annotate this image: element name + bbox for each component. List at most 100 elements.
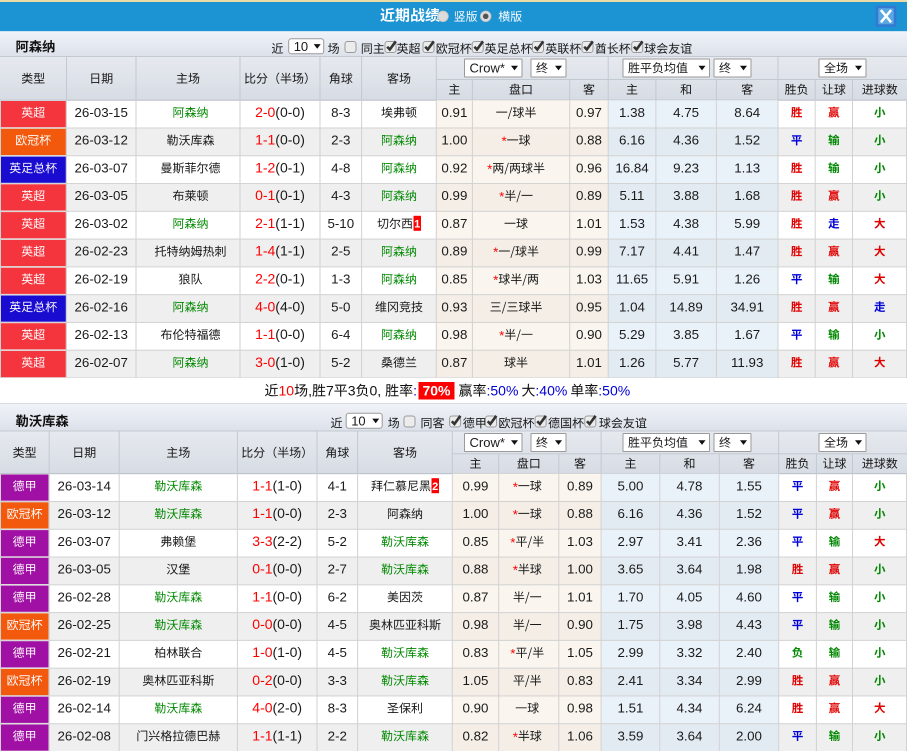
svg-text:26-02-14: 26-02-14 (58, 701, 112, 716)
svg-text:8-3: 8-3 (328, 701, 347, 716)
svg-text:5.11: 5.11 (620, 188, 645, 203)
svg-text:3.85: 3.85 (673, 327, 699, 342)
svg-text:(0-0): (0-0) (273, 616, 303, 632)
svg-text:0.82: 0.82 (463, 728, 489, 743)
svg-text:(2-0): (2-0) (273, 700, 303, 716)
svg-text:26-03-12: 26-03-12 (75, 133, 128, 148)
svg-text:2-3: 2-3 (328, 506, 347, 521)
svg-text:1-1: 1-1 (252, 727, 272, 743)
svg-text:0.83: 0.83 (463, 645, 489, 660)
svg-text:(0-0): (0-0) (275, 132, 305, 148)
svg-text:(0-0): (0-0) (275, 104, 305, 120)
svg-text:6.16: 6.16 (618, 506, 644, 521)
svg-text:1.04: 1.04 (619, 299, 646, 314)
svg-text:1.52: 1.52 (734, 133, 760, 148)
svg-text:6.24: 6.24 (736, 701, 763, 716)
svg-text:1.00: 1.00 (463, 506, 489, 521)
svg-text:(1-1): (1-1) (275, 243, 305, 259)
svg-text:(0-1): (0-1) (275, 271, 305, 287)
svg-text:7: 7 (326, 383, 334, 399)
svg-text:26-02-25: 26-02-25 (58, 617, 111, 632)
svg-text:11.93: 11.93 (731, 355, 763, 370)
svg-text:1.52: 1.52 (736, 506, 762, 521)
svg-text:1.03: 1.03 (567, 534, 593, 549)
svg-text:5.00: 5.00 (618, 478, 644, 493)
svg-text:26-02-19: 26-02-19 (75, 272, 128, 287)
svg-text:3-3: 3-3 (252, 533, 272, 549)
svg-text:26-02-23: 26-02-23 (75, 244, 128, 259)
svg-text:(0-0): (0-0) (273, 672, 303, 688)
svg-text:0.89: 0.89 (441, 244, 467, 259)
svg-text:0.85: 0.85 (441, 272, 467, 287)
svg-text:3.34: 3.34 (677, 673, 704, 688)
svg-text:Crow*: Crow* (470, 435, 505, 450)
svg-text:26-03-12: 26-03-12 (58, 506, 111, 521)
svg-text:1.70: 1.70 (618, 589, 644, 604)
svg-text:26-03-14: 26-03-14 (58, 478, 112, 493)
svg-text:1-1: 1-1 (255, 326, 275, 342)
svg-text:(4-0): (4-0) (275, 298, 305, 314)
svg-text:4.36: 4.36 (677, 506, 703, 521)
svg-text:8-3: 8-3 (331, 105, 350, 120)
svg-text:8.64: 8.64 (734, 105, 761, 120)
svg-text:2-2: 2-2 (328, 728, 347, 743)
svg-text:1-2: 1-2 (255, 159, 275, 175)
svg-text:(0-0): (0-0) (273, 505, 303, 521)
svg-text:26-03-05: 26-03-05 (75, 188, 128, 203)
svg-text:4-1: 4-1 (328, 478, 347, 493)
svg-text:*: * (513, 479, 518, 494)
svg-text:(1-0): (1-0) (273, 477, 303, 493)
svg-text::: : (413, 383, 417, 399)
svg-text:(1-1): (1-1) (275, 215, 305, 231)
svg-text:26-03-05: 26-03-05 (58, 562, 111, 577)
svg-text:3.88: 3.88 (673, 188, 699, 203)
svg-text:0.85: 0.85 (463, 534, 489, 549)
svg-text:4.05: 4.05 (677, 589, 703, 604)
svg-text:26-03-15: 26-03-15 (75, 105, 128, 120)
svg-text:0.88: 0.88 (463, 562, 489, 577)
svg-text:1.01: 1.01 (576, 216, 602, 231)
svg-text:3-0: 3-0 (255, 354, 275, 370)
svg-text:5-10: 5-10 (327, 216, 354, 231)
svg-text:1.55: 1.55 (736, 478, 762, 493)
svg-text:2-1: 2-1 (255, 215, 275, 231)
svg-text:(2-2): (2-2) (273, 533, 303, 549)
svg-text:26-03-07: 26-03-07 (75, 160, 128, 175)
svg-text:2-3: 2-3 (331, 133, 350, 148)
svg-text:3.32: 3.32 (677, 645, 703, 660)
svg-text:3-3: 3-3 (328, 673, 347, 688)
svg-text:1-3: 1-3 (331, 272, 350, 287)
svg-text:26-03-02: 26-03-02 (75, 216, 128, 231)
svg-text:6-4: 6-4 (331, 327, 351, 342)
svg-text:3.41: 3.41 (677, 534, 703, 549)
svg-text::40%: :40% (535, 383, 567, 399)
svg-text:1.00: 1.00 (441, 133, 467, 148)
svg-text:4-0: 4-0 (252, 700, 272, 716)
svg-text:1.13: 1.13 (734, 160, 760, 175)
svg-text:26-02-28: 26-02-28 (58, 589, 111, 604)
svg-text:*: * (499, 189, 504, 204)
svg-text:2: 2 (432, 481, 438, 493)
svg-text:1.05: 1.05 (567, 645, 593, 660)
svg-text:1.26: 1.26 (734, 272, 760, 287)
svg-text:26-02-16: 26-02-16 (75, 299, 128, 314)
svg-text:0.87: 0.87 (463, 589, 489, 604)
svg-text:1: 1 (414, 219, 420, 231)
svg-text:26-02-13: 26-02-13 (75, 327, 128, 342)
svg-text:4-5: 4-5 (328, 645, 347, 660)
svg-text:1.01: 1.01 (576, 355, 602, 370)
svg-text:5.91: 5.91 (673, 272, 699, 287)
svg-text:2.00: 2.00 (736, 728, 762, 743)
svg-text:0-0: 0-0 (252, 616, 272, 632)
svg-text:10: 10 (294, 39, 308, 54)
svg-text:*: * (513, 729, 518, 744)
svg-text:0-2: 0-2 (252, 672, 272, 688)
svg-text:9.23: 9.23 (673, 160, 699, 175)
svg-text:,: , (377, 383, 381, 399)
svg-text:2-0: 2-0 (255, 104, 275, 120)
svg-text:Crow*: Crow* (470, 61, 505, 76)
svg-text:26-02-07: 26-02-07 (75, 355, 128, 370)
svg-text:26-03-07: 26-03-07 (58, 534, 111, 549)
svg-text:1-1: 1-1 (252, 477, 272, 493)
svg-text:1.06: 1.06 (567, 728, 593, 743)
